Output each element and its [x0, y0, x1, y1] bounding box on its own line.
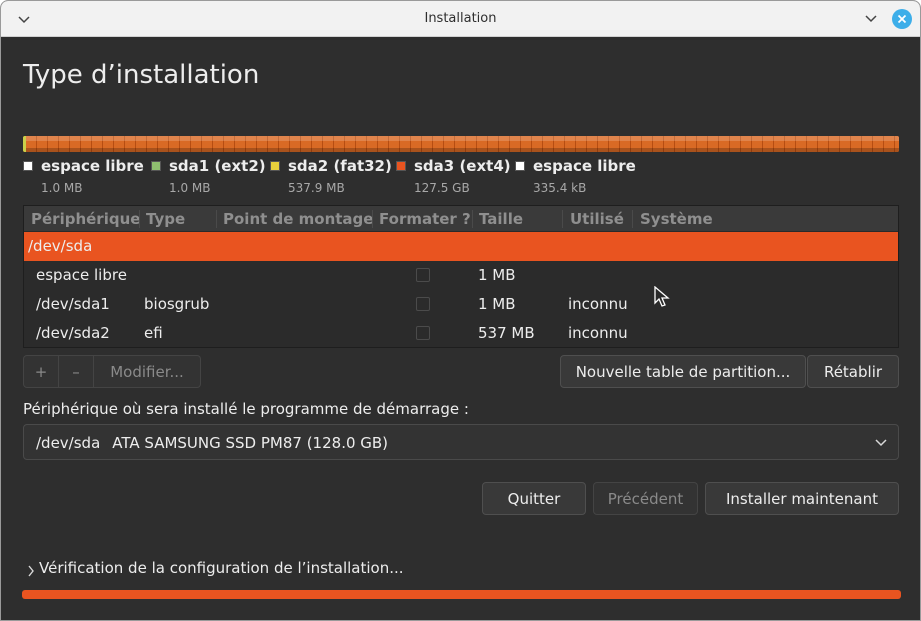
verification-label: Vérification de la configuration de l’in… — [39, 559, 404, 577]
cell-type: efi — [144, 324, 163, 342]
table-row-sda[interactable]: /dev/sda — [24, 232, 898, 261]
column-divider — [216, 210, 217, 228]
legend-size: 537.9 MB — [288, 181, 345, 195]
add-partition-button[interactable]: + — [23, 355, 59, 388]
bootloader-device: /dev/sda — [36, 434, 101, 452]
cell-size: 1 MB — [478, 295, 516, 313]
legend-swatch — [515, 161, 525, 171]
cell-size: 537 MB — [478, 324, 535, 342]
cell-device: /dev/sda — [28, 237, 93, 255]
legend-size: 335.4 kB — [533, 181, 587, 195]
installer-window: Installation Type d’installation espace … — [0, 0, 921, 621]
new-partition-table-button[interactable]: Nouvelle table de partition... — [560, 355, 806, 388]
partition-bar — [23, 136, 899, 152]
legend-size: 1.0 MB — [41, 181, 83, 195]
minimize-icon[interactable] — [863, 10, 879, 26]
modify-partition-button[interactable]: Modifier... — [94, 355, 201, 388]
format-checkbox[interactable] — [416, 268, 430, 282]
legend-swatch — [23, 161, 33, 171]
verification-expander[interactable]: Vérification de la configuration de l’in… — [25, 558, 404, 578]
cell-device: /dev/sda1 — [36, 295, 110, 313]
close-icon — [897, 14, 907, 24]
column-divider — [632, 210, 633, 228]
table-row[interactable]: /dev/sda1 biosgrub 1 MB inconnu — [24, 290, 898, 319]
table-row[interactable]: espace libre 1 MB — [24, 261, 898, 290]
install-progress-bar — [22, 590, 901, 599]
column-divider — [372, 210, 373, 228]
cell-used: inconnu — [568, 324, 628, 342]
legend-swatch — [270, 161, 280, 171]
content-area: Type d’installation espace libre 1.0 MB … — [1, 38, 920, 620]
column-header-used[interactable]: Utilisé — [570, 210, 624, 228]
format-checkbox[interactable] — [416, 326, 430, 340]
column-header-mount[interactable]: Point de montage — [223, 210, 373, 228]
legend-size: 1.0 MB — [169, 181, 211, 195]
cell-device: espace libre — [36, 266, 127, 284]
legend-size: 127.5 GB — [414, 181, 470, 195]
bootloader-device-value: /dev/sda ATA SAMSUNG SSD PM87 (128.0 GB) — [36, 434, 388, 452]
titlebar: Installation — [1, 1, 920, 37]
mouse-pointer-icon — [654, 286, 670, 307]
partition-bar-sda3 — [26, 136, 899, 152]
page-title: Type d’installation — [23, 60, 260, 90]
cell-used: inconnu — [568, 295, 628, 313]
column-divider — [562, 210, 563, 228]
legend-label: sda1 (ext2) — [169, 157, 266, 175]
revert-button[interactable]: Rétablir — [807, 355, 899, 388]
legend-label: sda3 (ext4) — [414, 157, 511, 175]
bootloader-device-select[interactable]: /dev/sda ATA SAMSUNG SSD PM87 (128.0 GB) — [23, 424, 899, 460]
legend-label: espace libre — [533, 157, 636, 175]
chevron-right-icon — [28, 565, 34, 577]
back-button[interactable]: Précédent — [593, 482, 698, 515]
table-row[interactable]: /dev/sda2 efi 537 MB inconnu — [24, 319, 898, 348]
chevron-down-icon — [875, 439, 887, 447]
legend-label: sda2 (fat32) — [288, 157, 392, 175]
column-header-device[interactable]: Périphérique — [31, 210, 140, 228]
column-header-format[interactable]: Formater ? — [379, 210, 471, 228]
quit-button[interactable]: Quitter — [482, 482, 586, 515]
window-title: Installation — [424, 11, 497, 26]
column-divider — [139, 210, 140, 228]
install-now-button[interactable]: Installer maintenant — [705, 482, 899, 515]
cell-size: 1 MB — [478, 266, 516, 284]
cell-device: /dev/sda2 — [36, 324, 110, 342]
table-header: Périphérique Type Point de montage Forma… — [24, 206, 898, 232]
remove-partition-button[interactable]: – — [59, 355, 94, 388]
partition-toolbar: + – Modifier... — [23, 355, 201, 388]
column-header-system[interactable]: Système — [640, 210, 713, 228]
partition-table[interactable]: Périphérique Type Point de montage Forma… — [23, 205, 899, 348]
column-divider — [472, 210, 473, 228]
legend-swatch — [396, 161, 406, 171]
bootloader-device-description: ATA SAMSUNG SSD PM87 (128.0 GB) — [112, 434, 389, 452]
cell-type: biosgrub — [144, 295, 210, 313]
column-header-type[interactable]: Type — [146, 210, 185, 228]
bootloader-label: Périphérique où sera installé le program… — [23, 400, 469, 418]
legend-label: espace libre — [41, 157, 144, 175]
column-header-size[interactable]: Taille — [479, 210, 523, 228]
legend-swatch — [151, 161, 161, 171]
close-button[interactable] — [892, 9, 912, 29]
format-checkbox[interactable] — [416, 297, 430, 311]
